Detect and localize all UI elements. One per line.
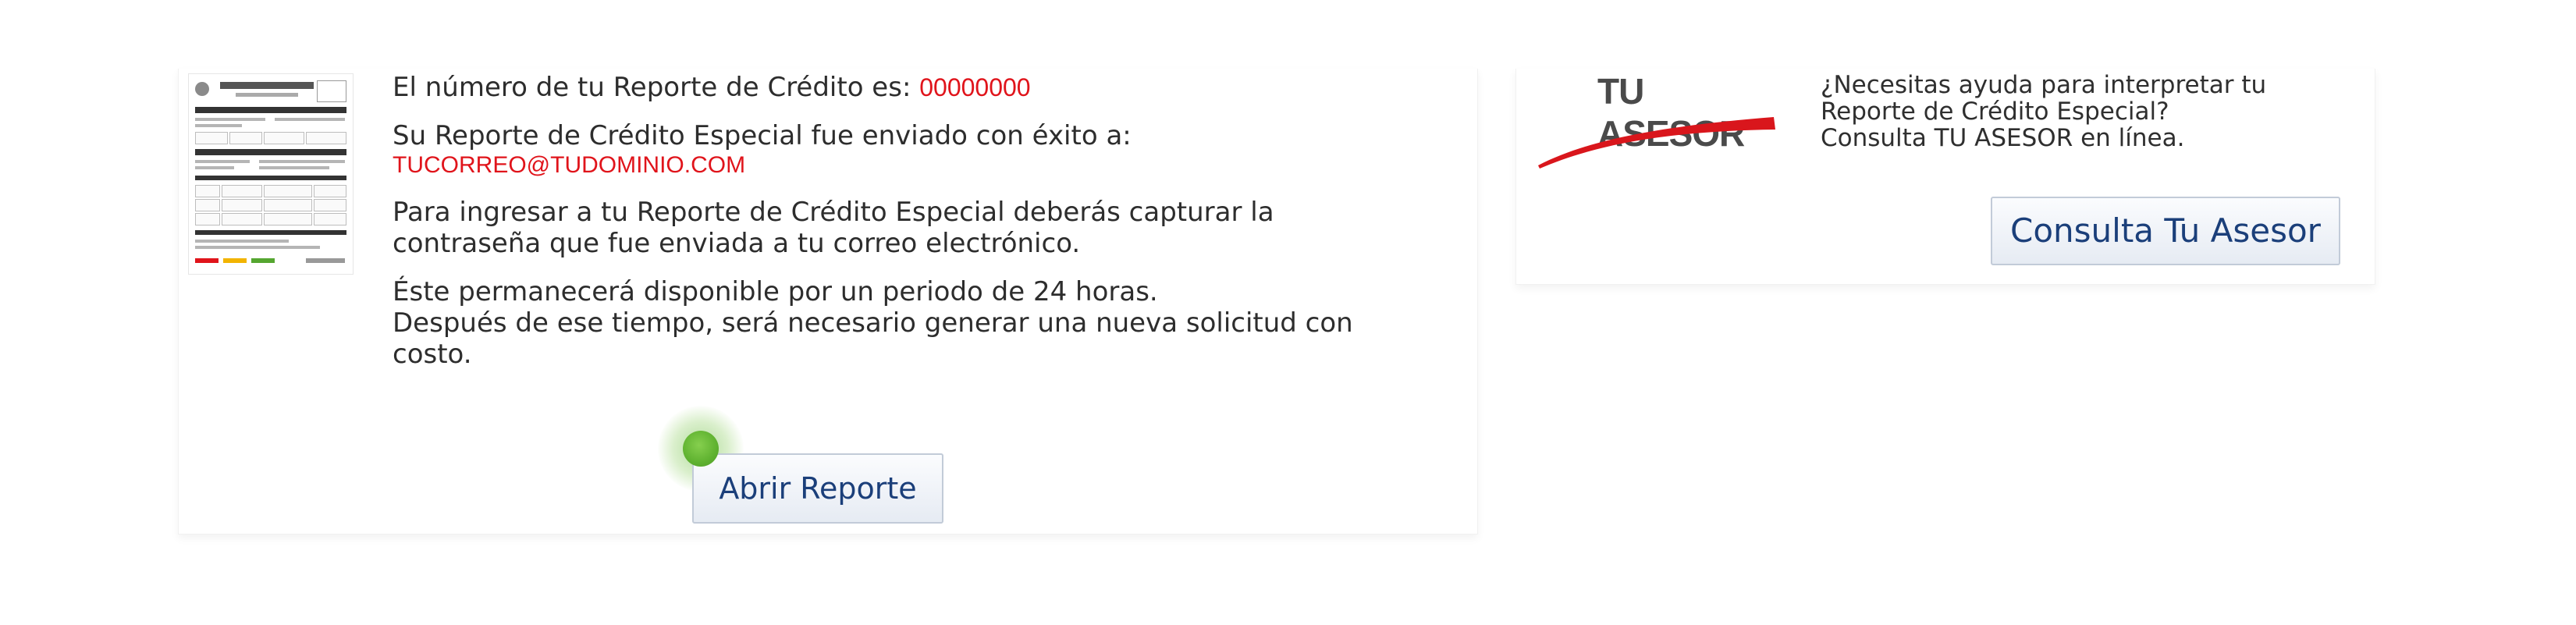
consult-asesor-button[interactable]: Consulta Tu Asesor — [1991, 197, 2340, 265]
sent-label: Su Reporte de Crédito Especial fue envia… — [393, 120, 1132, 151]
report-number-line: El número de tu Reporte de Crédito es: 0… — [393, 72, 1469, 103]
email-address: TUCORREO@TUDOMINIO.COM — [393, 152, 746, 178]
availability-line-2: Después de ese tiempo, será necesario ge… — [393, 307, 1353, 339]
asesor-help-line-2: Reporte de Crédito Especial? — [1821, 98, 2169, 126]
availability-line-1: Éste permanecerá disponible por un perio… — [393, 276, 1158, 307]
password-instruction-1: Para ingresar a tu Reporte de Crédito Es… — [393, 197, 1274, 228]
asesor-panel: TU ASESOR ¿Necesitas ayuda para interpre… — [1515, 69, 2375, 285]
report-number-value: 00000000 — [919, 73, 1031, 101]
password-instruction-2: contraseña que fue enviada a tu correo e… — [393, 228, 1081, 259]
report-panel: El número de tu Reporte de Crédito es: 0… — [178, 69, 1478, 534]
asesor-logo: TU ASESOR — [1532, 69, 1782, 178]
click-indicator-icon — [683, 431, 719, 467]
asesor-help-line-3: Consulta TU ASESOR en línea. — [1821, 124, 2185, 152]
asesor-help-line-1: ¿Necesitas ayuda para interpretar tu — [1821, 71, 2267, 99]
report-info: El número de tu Reporte de Crédito es: 0… — [393, 72, 1469, 370]
asesor-help-text: ¿Necesitas ayuda para interpretar tu Rep… — [1821, 72, 2367, 151]
open-report-button[interactable]: Abrir Reporte — [692, 453, 943, 524]
red-swoosh-icon — [1538, 117, 1775, 169]
report-number-label: El número de tu Reporte de Crédito es: — [393, 72, 911, 103]
report-thumbnail-icon — [188, 73, 354, 275]
availability-line-3: costo. — [393, 339, 472, 370]
